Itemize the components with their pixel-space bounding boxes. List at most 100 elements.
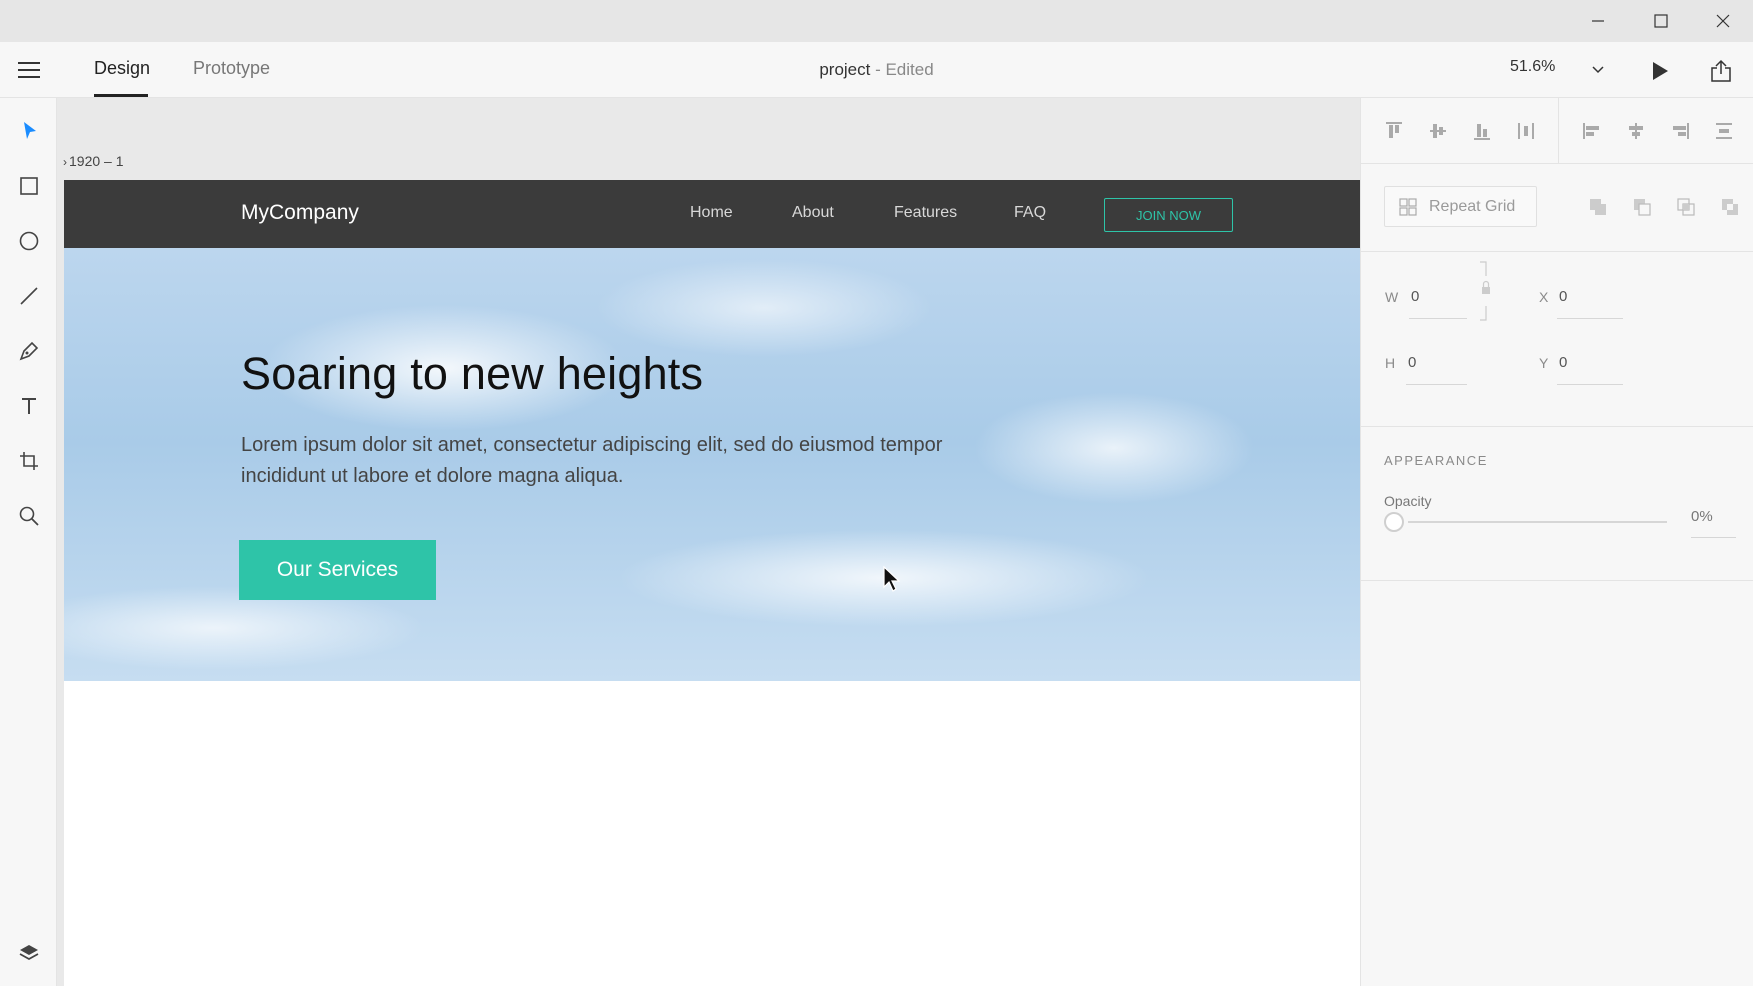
appearance-section: APPEARANCE Opacity 0% [1361, 427, 1753, 581]
hero-text[interactable]: Lorem ipsum dolor sit amet, consectetur … [241, 430, 961, 492]
share-button[interactable] [1705, 56, 1737, 86]
align-bottom-button[interactable] [1467, 116, 1497, 146]
distribute-horizontal-icon [1716, 123, 1732, 139]
align-toolbar [1361, 98, 1753, 164]
align-right-button[interactable] [1665, 116, 1695, 146]
align-center-button[interactable] [1621, 116, 1651, 146]
opacity-value-field[interactable]: 0% [1691, 508, 1713, 525]
document-name: project [819, 60, 871, 79]
height-label: H [1385, 355, 1396, 371]
artboard-icon [20, 452, 38, 470]
ellipse-tool[interactable] [12, 224, 46, 258]
opacity-label: Opacity [1384, 493, 1432, 509]
align-top-icon [1386, 122, 1402, 138]
document-status: - Edited [870, 60, 934, 79]
x-field[interactable]: 0 [1559, 288, 1567, 305]
boolean-intersect-button[interactable] [1671, 192, 1701, 222]
join-now-button[interactable]: JOIN NOW [1104, 198, 1233, 232]
align-middle-icon [1430, 124, 1446, 138]
select-tool[interactable] [12, 114, 46, 148]
text-icon [22, 398, 36, 414]
artboard[interactable]: MyCompany Home About Features FAQ JOIN N… [64, 180, 1360, 986]
y-field[interactable]: 0 [1559, 354, 1567, 371]
align-top-button[interactable] [1379, 116, 1409, 146]
align-middle-button[interactable] [1423, 116, 1453, 146]
artboard-tool[interactable] [12, 444, 46, 478]
repeat-grid-row: Repeat Grid [1361, 164, 1753, 252]
hero-title[interactable]: Soaring to new heights [241, 348, 703, 400]
boolean-subtract-icon [1634, 199, 1651, 216]
our-services-button[interactable]: Our Services [239, 540, 436, 600]
y-label: Y [1539, 355, 1549, 371]
ellipse-icon [19, 231, 39, 251]
boolean-subtract-button[interactable] [1627, 192, 1657, 222]
boolean-exclude-button[interactable] [1715, 192, 1745, 222]
rectangle-icon [20, 177, 38, 195]
layers-button[interactable] [12, 936, 46, 970]
chevron-down-icon [1592, 66, 1604, 74]
width-label: W [1385, 289, 1399, 305]
minimize-icon [1592, 20, 1604, 22]
share-icon [1711, 59, 1731, 82]
boolean-intersect-icon [1677, 198, 1695, 216]
site-navbar[interactable]: MyCompany Home About Features FAQ JOIN N… [64, 180, 1360, 248]
distribute-horizontal-button[interactable] [1709, 116, 1739, 146]
property-inspector: Repeat Grid W 0 H 0 X 0 Y 0 APPEARANCE O… [1360, 98, 1753, 986]
grid-icon [1399, 197, 1417, 216]
distribute-vertical-button[interactable] [1511, 116, 1541, 146]
text-tool[interactable] [12, 389, 46, 423]
layers-icon [19, 945, 39, 961]
search-icon [19, 506, 39, 526]
zoom-tool[interactable] [12, 499, 46, 533]
top-toolbar: Design Prototype project - Edited 51.6% [0, 42, 1753, 98]
opacity-slider-knob[interactable] [1384, 512, 1404, 532]
opacity-slider-track[interactable] [1408, 521, 1667, 523]
hero-section[interactable]: Soaring to new heights Lorem ipsum dolor… [64, 248, 1360, 681]
width-field[interactable]: 0 [1411, 288, 1419, 305]
site-nav-faq[interactable]: FAQ [1014, 204, 1046, 222]
align-left-icon [1583, 123, 1599, 139]
pen-tool[interactable] [12, 334, 46, 368]
x-label: X [1539, 289, 1549, 305]
appearance-title: APPEARANCE [1384, 453, 1488, 468]
document-title: project - Edited [0, 60, 1753, 80]
site-brand[interactable]: MyCompany [241, 201, 359, 225]
repeat-grid-button[interactable]: Repeat Grid [1384, 186, 1537, 227]
site-nav-about[interactable]: About [792, 204, 834, 222]
minimize-button[interactable] [1568, 0, 1628, 42]
boolean-add-icon [1590, 199, 1606, 215]
zoom-dropdown[interactable] [1588, 60, 1608, 80]
active-tab-indicator [94, 94, 148, 97]
design-canvas[interactable]: › 1920 – 1 MyCompany Home About Features … [57, 98, 1360, 986]
lock-aspect-icon[interactable] [1476, 256, 1498, 326]
mouse-cursor-icon [883, 565, 900, 592]
play-icon [1653, 62, 1668, 80]
close-icon [1716, 14, 1730, 28]
app-window: Design Prototype project - Edited 51.6% [0, 0, 1753, 986]
line-icon [20, 287, 38, 305]
dimensions-section: W 0 H 0 X 0 Y 0 [1361, 252, 1753, 427]
rectangle-tool[interactable] [12, 169, 46, 203]
line-tool[interactable] [12, 279, 46, 313]
tool-rail [0, 98, 57, 986]
align-left-button[interactable] [1577, 116, 1607, 146]
close-button[interactable] [1693, 0, 1753, 42]
align-right-icon [1673, 123, 1689, 139]
artboard-label[interactable]: › 1920 – 1 [63, 153, 124, 169]
opacity-value-underline [1691, 537, 1736, 538]
boolean-add-button[interactable] [1583, 192, 1613, 222]
artboard-name: 1920 – 1 [69, 153, 124, 169]
zoom-level[interactable]: 51.6% [1510, 58, 1555, 76]
pen-icon [19, 341, 39, 361]
artboard-chevron-icon: › [63, 155, 67, 169]
maximize-button[interactable] [1631, 0, 1691, 42]
site-nav-features[interactable]: Features [894, 204, 957, 222]
repeat-grid-label: Repeat Grid [1429, 197, 1516, 215]
height-underline [1406, 384, 1467, 385]
site-nav-home[interactable]: Home [690, 204, 733, 222]
align-bottom-icon [1474, 124, 1490, 140]
maximize-icon [1654, 14, 1668, 28]
preview-button[interactable] [1645, 56, 1675, 86]
height-field[interactable]: 0 [1408, 354, 1416, 371]
arrow-pointer-icon [24, 122, 36, 139]
